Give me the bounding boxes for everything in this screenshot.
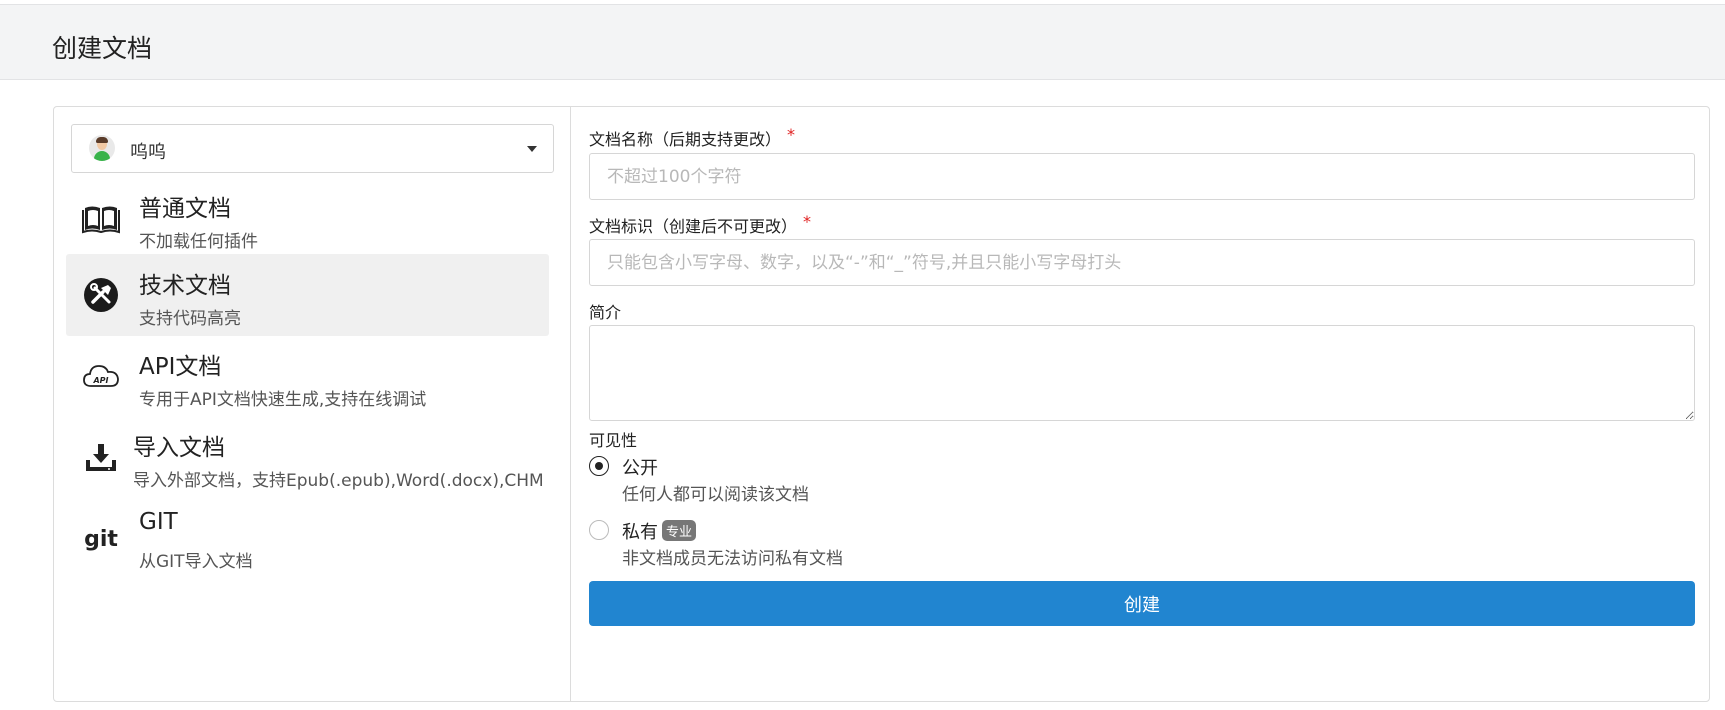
doc-form: 文档名称（后期支持更改）* 文档标识（创建后不可更改）* 简介 可见性 公开 任…: [589, 107, 1695, 701]
doc-type-panel: 呜呜 普通文档 不加载任何插件 技术文档 支持代码高亮 API API文档 专用…: [54, 107, 571, 701]
doc-type-import[interactable]: 导入文档 导入外部文档，支持Epub(.epub),Word(.docx),CH…: [66, 416, 549, 498]
create-doc-card: 呜呜 普通文档 不加载任何插件 技术文档 支持代码高亮 API API文档 专用…: [53, 106, 1710, 702]
required-mark: *: [787, 125, 796, 144]
doc-type-title: API文档: [139, 354, 222, 380]
doc-type-desc: 专用于API文档快速生成,支持在线调试: [139, 390, 427, 410]
create-button[interactable]: 创建: [589, 581, 1695, 626]
visibility-public-radio[interactable]: [589, 456, 609, 476]
visibility-public-label[interactable]: 公开: [622, 454, 658, 480]
required-mark: *: [803, 212, 812, 231]
description-textarea[interactable]: [589, 325, 1695, 421]
svg-text:git: git: [84, 527, 118, 552]
doc-name-label: 文档名称（后期支持更改） *: [589, 125, 796, 149]
doc-type-api[interactable]: API API文档 专用于API文档快速生成,支持在线调试: [66, 335, 549, 417]
visibility-public-desc: 任何人都可以阅读该文档: [622, 485, 809, 505]
doc-identify-input[interactable]: [589, 239, 1695, 286]
doc-type-normal[interactable]: 普通文档 不加载任何插件: [66, 177, 549, 259]
visibility-private-radio[interactable]: [589, 520, 609, 540]
page-title: 创建文档: [52, 34, 153, 63]
visibility-private-label[interactable]: 私有 专业: [622, 518, 697, 544]
doc-type-desc: 导入外部文档，支持Epub(.epub),Word(.docx),CHM(.ch…: [133, 471, 543, 491]
visibility-label: 可见性: [589, 431, 638, 450]
caret-down-icon: [527, 146, 537, 152]
git-icon: git: [82, 519, 120, 557]
page-header: 创建文档: [0, 4, 1725, 80]
cloud-api-icon: API: [82, 357, 120, 395]
doc-type-tech[interactable]: 技术文档 支持代码高亮: [66, 254, 549, 336]
svg-text:API: API: [92, 376, 108, 385]
doc-type-title: 普通文档: [139, 196, 231, 222]
doc-name-input[interactable]: [589, 153, 1695, 200]
visibility-private-desc: 非文档成员无法访问私有文档: [622, 549, 843, 569]
doc-type-desc: 不加载任何插件: [139, 232, 258, 252]
pro-badge: 专业: [662, 520, 697, 541]
open-book-icon: [82, 199, 120, 237]
doc-type-git[interactable]: git GIT 从GIT导入文档: [66, 497, 549, 579]
doc-type-title: 技术文档: [139, 273, 231, 299]
import-icon: [82, 438, 120, 476]
owner-select[interactable]: 呜呜: [71, 124, 554, 173]
doc-type-desc: 支持代码高亮: [139, 309, 241, 329]
doc-type-desc: 从GIT导入文档: [139, 552, 253, 572]
doc-identify-label: 文档标识（创建后不可更改） *: [589, 212, 812, 236]
owner-name: 呜呜: [130, 142, 166, 163]
doc-type-title: GIT: [139, 509, 178, 535]
tools-icon: [82, 276, 120, 314]
description-label: 简介: [589, 303, 622, 322]
avatar: [89, 135, 115, 161]
doc-type-title: 导入文档: [133, 435, 225, 461]
